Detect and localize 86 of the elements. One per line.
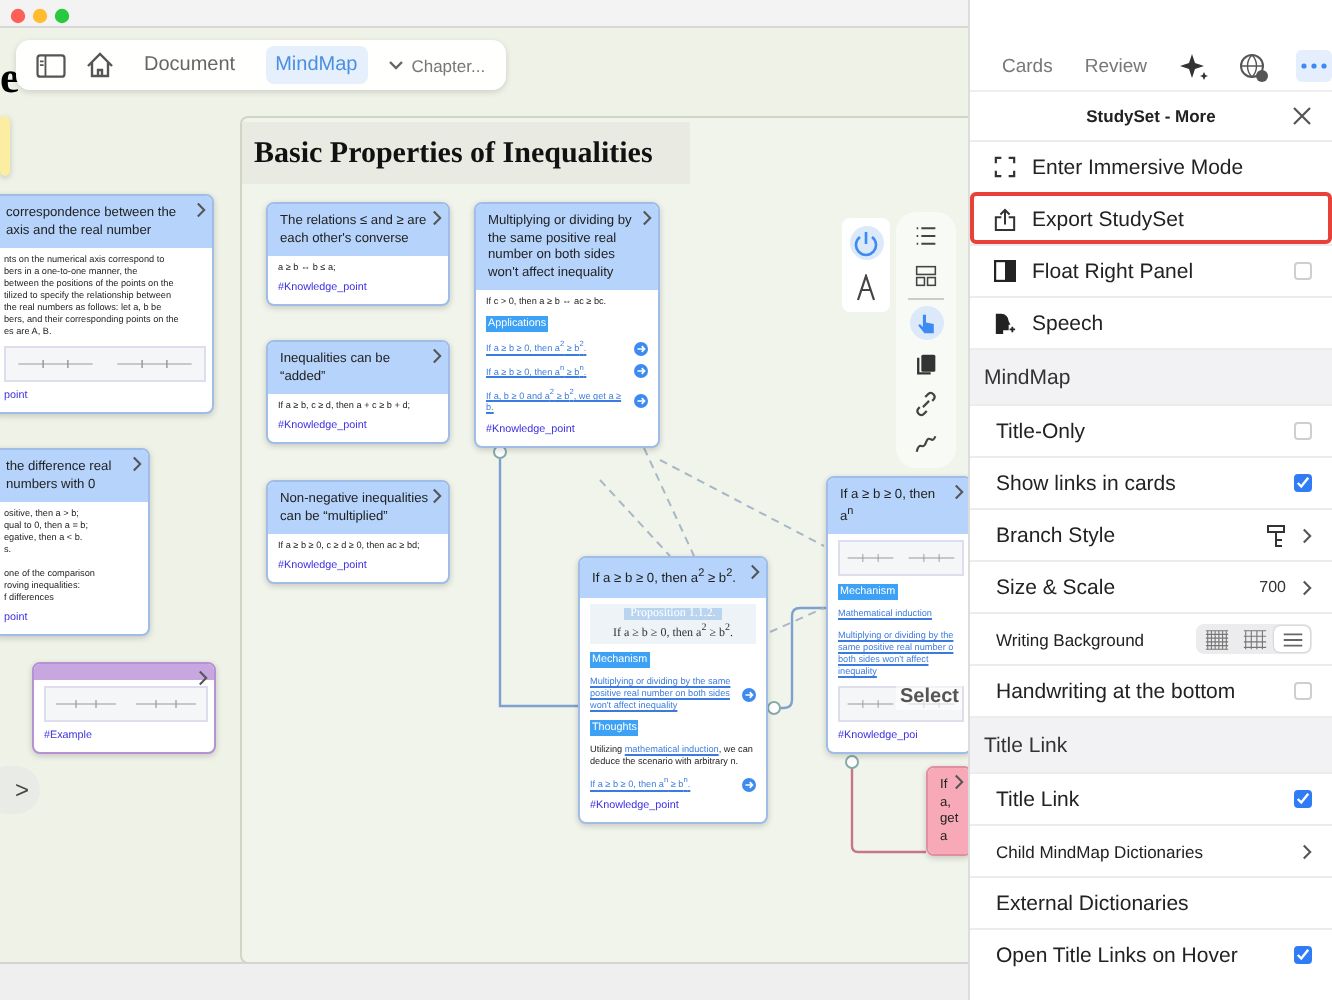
checkbox[interactable] [1294, 262, 1312, 280]
chevron-icon[interactable] [642, 210, 652, 226]
menu-item[interactable]: External Dictionaries [970, 876, 1332, 928]
chevron-icon[interactable] [954, 774, 964, 790]
chevron-icon[interactable] [432, 348, 442, 364]
checkbox[interactable] [1294, 682, 1312, 700]
list-icon [915, 226, 937, 244]
layout-icon [915, 264, 937, 286]
hand-pointer-icon [918, 313, 934, 333]
checkbox[interactable] [1294, 422, 1312, 440]
checkbox[interactable] [1294, 790, 1312, 808]
branch-icon [1266, 523, 1286, 547]
chevron-icon[interactable] [432, 488, 442, 504]
side-panel-icon [994, 260, 1016, 282]
chevron-icon[interactable] [432, 210, 442, 226]
share-icon [994, 207, 1016, 231]
chevron-icon[interactable] [198, 670, 208, 686]
dashed-link-line [769, 607, 825, 633]
group-title: Basic Properties of Inequalities [242, 122, 690, 184]
arrow-circle-icon[interactable] [742, 687, 756, 702]
chevron-icon[interactable] [750, 564, 760, 580]
branch-line [780, 606, 826, 710]
home-icon[interactable] [86, 52, 114, 78]
checkbox[interactable] [1294, 946, 1312, 964]
grid-icon [1203, 627, 1229, 651]
chevron-icon[interactable] [196, 202, 206, 218]
branch-line [850, 768, 926, 854]
select-label: Select [896, 684, 963, 710]
segmented-control[interactable] [1196, 624, 1312, 654]
node-handle[interactable] [845, 755, 859, 769]
arrow-circle-icon[interactable] [742, 777, 756, 792]
link-icon [916, 391, 936, 415]
mindmap-card[interactable] [0, 194, 214, 414]
mindmap-card[interactable] [474, 202, 660, 448]
menu-item[interactable]: Export StudySet [970, 192, 1332, 244]
arrow-circle-icon[interactable] [634, 341, 648, 356]
sidebar-icon[interactable] [36, 53, 66, 77]
setting-label: Show links in cards [996, 471, 1178, 495]
chapter-dropdown[interactable]: Chapter... [387, 55, 486, 75]
globe-question-icon [1237, 51, 1270, 81]
squiggle-icon [915, 434, 937, 452]
chevron-right-icon[interactable] [1302, 579, 1312, 595]
setting-label: Open Title Links on Hover [996, 943, 1240, 967]
setting-label: Title Link [996, 787, 1082, 811]
mindmap-card[interactable] [578, 556, 768, 824]
speaker-icon [994, 312, 1016, 334]
chevron-right-icon[interactable] [1302, 843, 1312, 859]
fullscreen-icon [994, 156, 1016, 178]
pattern-option[interactable] [1274, 626, 1310, 652]
page-title: e [0, 52, 20, 104]
expand-button[interactable]: > [0, 766, 40, 814]
window-controls-icon[interactable] [10, 8, 70, 24]
section-header: Title Link [970, 716, 1332, 772]
grid-icon [1241, 627, 1267, 651]
arrow-circle-icon[interactable] [634, 364, 648, 379]
setting-label: Title-Only [996, 419, 1088, 443]
menu-item[interactable]: Float Right Panel [970, 244, 1332, 296]
chevron-right-icon[interactable] [1302, 527, 1312, 543]
power-button[interactable] [849, 226, 883, 260]
sparkle-icon [1177, 51, 1210, 81]
more-tab[interactable] [1295, 50, 1332, 82]
copy-icon [917, 353, 936, 374]
node-handle[interactable] [767, 701, 781, 715]
checkbox[interactable] [1294, 474, 1312, 492]
section-header: MindMap [970, 348, 1332, 404]
size-value: 700 [1259, 578, 1286, 596]
menu-item[interactable]: Child MindMap Dictionaries [970, 824, 1332, 876]
setting-label: Writing Background [996, 629, 1147, 649]
chevron-icon[interactable] [132, 456, 142, 472]
power-icon [852, 229, 880, 257]
pen-icon [852, 273, 880, 301]
globe-question-tab[interactable] [1235, 50, 1272, 82]
menu-item[interactable]: Size & Scale 700 [970, 560, 1332, 612]
image-placeholder [838, 540, 964, 577]
chevron-down-icon [387, 60, 404, 70]
chevron-icon[interactable] [954, 484, 964, 500]
panel-tab[interactable]: Review [1080, 49, 1151, 83]
panel-title: StudySet - More [1086, 106, 1216, 126]
view-tab[interactable]: Document [134, 46, 246, 84]
arrow-circle-icon[interactable] [634, 394, 648, 409]
menu-item[interactable]: Branch Style [970, 508, 1332, 560]
setting-label: Handwriting at the bottom [996, 679, 1238, 703]
image-placeholder [838, 686, 964, 723]
menu-item[interactable]: Enter Immersive Mode [970, 140, 1332, 192]
panel-tab[interactable]: Cards [998, 49, 1057, 83]
close-icon[interactable] [1292, 106, 1312, 126]
